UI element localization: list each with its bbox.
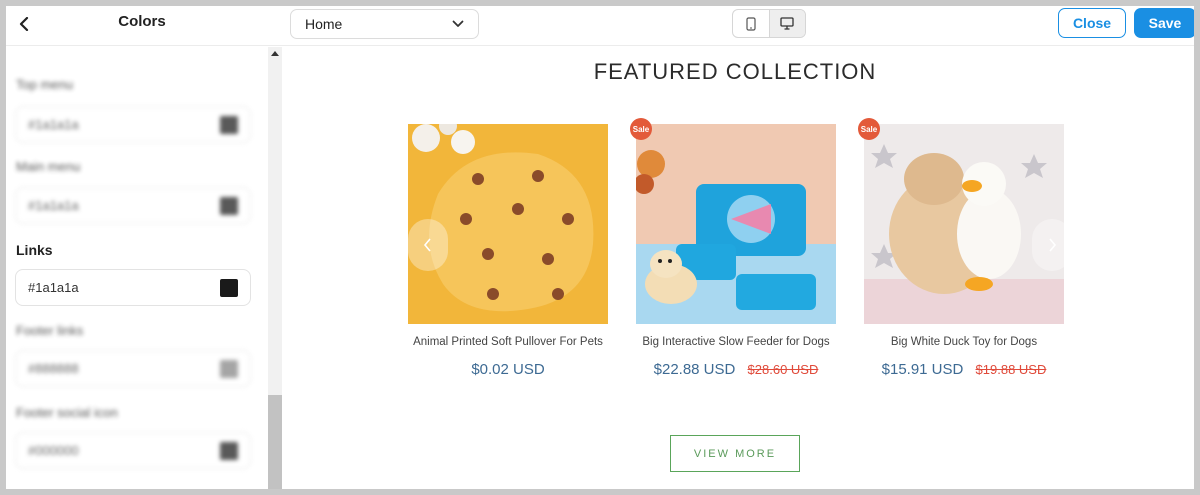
chevron-left-icon [19, 17, 29, 31]
field-value: #1a1a1a [28, 198, 79, 213]
product-price-row: $22.88 USD $28.60 USD [636, 361, 836, 378]
carousel-next-button[interactable] [1032, 219, 1072, 271]
field-value: #1a1a1a [28, 280, 79, 295]
mobile-icon [746, 16, 756, 31]
close-button[interactable]: Close [1058, 8, 1126, 38]
product-price: $15.91 USD [881, 361, 964, 378]
field-value: #000000 [28, 443, 79, 458]
links-color-input[interactable]: #1a1a1a [15, 269, 251, 306]
field-value: #888888 [28, 361, 79, 376]
device-toggle [732, 9, 806, 38]
view-more-button[interactable]: VIEW MORE [670, 435, 800, 472]
color-swatch[interactable] [220, 115, 238, 134]
desktop-view-button[interactable] [768, 10, 805, 37]
main-menu-color-input[interactable]: #1a1a1a [15, 187, 251, 224]
product-name[interactable]: Big White Duck Toy for Dogs [864, 334, 1064, 351]
field-label-main-menu: Main menu [16, 159, 81, 174]
product-compare-price: $28.60 USD [747, 362, 819, 377]
sale-badge: Sale [630, 118, 652, 140]
product-price: $22.88 USD [653, 361, 736, 378]
product-price-row: $0.02 USD [408, 361, 608, 378]
footer-social-icon-color-input[interactable]: #000000 [15, 432, 251, 469]
chevron-right-icon [1049, 238, 1057, 252]
field-label-links: Links [16, 242, 53, 258]
product-card[interactable]: Sale Big Interactive Slow Feeder for Dog… [630, 118, 836, 378]
product-name[interactable]: Big Interactive Slow Feeder for Dogs [636, 334, 836, 351]
field-label-top-menu: Top menu [16, 77, 74, 92]
page-select-value: Home [305, 16, 343, 32]
store-preview: FEATURED COLLECTION Animal Printed Soft … [282, 47, 1194, 489]
chevron-left-icon [423, 238, 431, 252]
product-price: $0.02 USD [471, 361, 545, 378]
product-image-duck-toy[interactable] [864, 124, 1064, 324]
desktop-icon [780, 17, 794, 30]
app-window: Colors Home Close Save Top menu #1a1a1a … [6, 6, 1194, 489]
section-title: FEATURED COLLECTION [593, 59, 877, 84]
color-swatch[interactable] [220, 196, 238, 215]
color-swatch[interactable] [220, 359, 238, 378]
product-image-slow-feeder[interactable] [636, 124, 836, 324]
color-swatch[interactable] [220, 441, 238, 460]
colors-panel: Top menu #1a1a1a Main menu #1a1a1a Links… [6, 47, 268, 489]
carousel-prev-button[interactable] [408, 219, 448, 271]
color-swatch[interactable] [220, 278, 238, 297]
page-select[interactable]: Home [290, 9, 479, 39]
field-value: #1a1a1a [28, 117, 79, 132]
save-button[interactable]: Save [1134, 8, 1194, 38]
product-compare-price: $19.88 USD [975, 362, 1047, 377]
sale-badge: Sale [858, 118, 880, 140]
panel-title: Colors [118, 13, 166, 30]
back-button[interactable] [14, 14, 34, 34]
product-price-row: $15.91 USD $19.88 USD [864, 361, 1064, 378]
field-label-footer-links: Footer links [16, 323, 84, 338]
top-bar: Colors Home Close Save [6, 6, 1194, 46]
sidebar-scrollbar[interactable] [268, 47, 282, 489]
scroll-up-arrow-icon[interactable] [268, 51, 282, 61]
mobile-view-button[interactable] [733, 10, 769, 37]
footer-links-color-input[interactable]: #888888 [15, 350, 251, 387]
product-name[interactable]: Animal Printed Soft Pullover For Pets [408, 334, 608, 351]
chevron-down-icon [452, 20, 464, 28]
top-menu-color-input[interactable]: #1a1a1a [15, 106, 251, 143]
field-label-footer-social-icon: Footer social icon [16, 405, 118, 420]
scroll-thumb[interactable] [268, 395, 282, 489]
